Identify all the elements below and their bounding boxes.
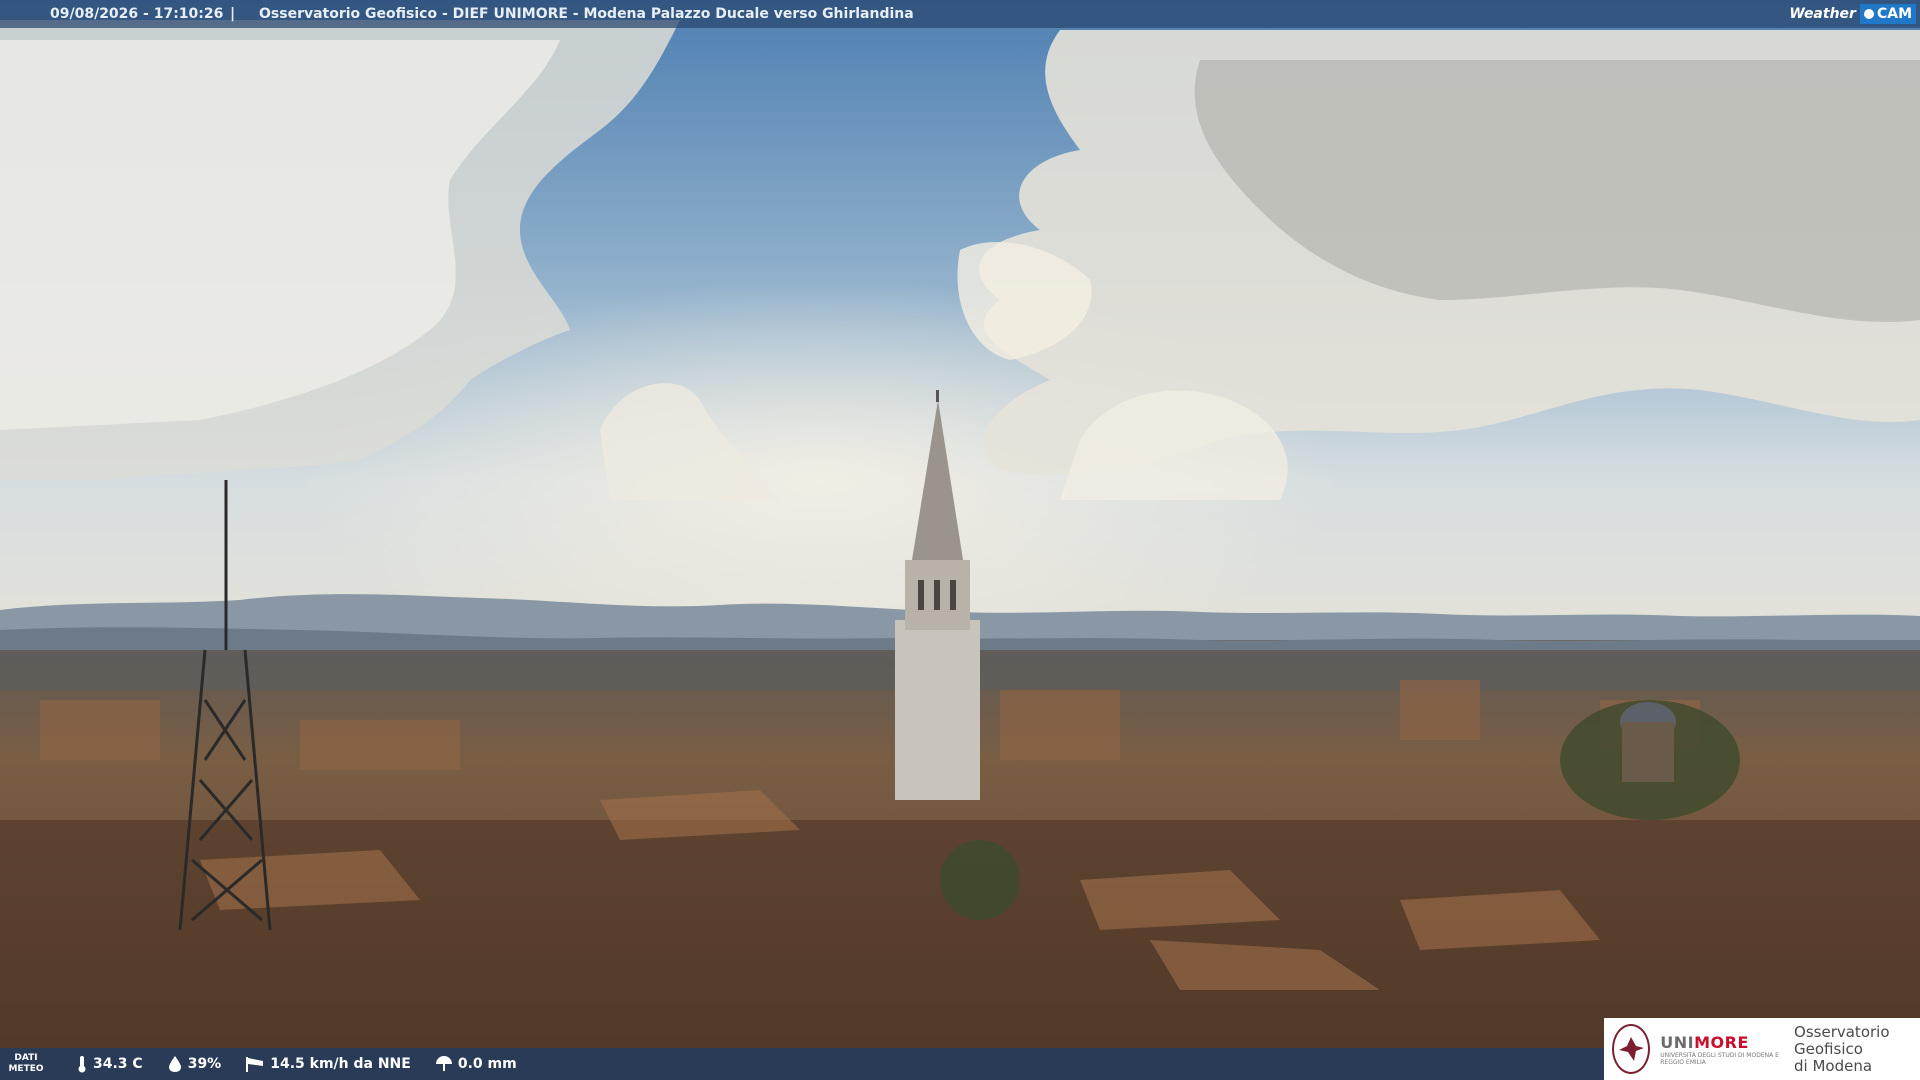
rain-reading: 0.0 mm <box>435 1048 517 1080</box>
rain-value: 0.0 mm <box>457 1056 517 1072</box>
weathercam-cam-text: CAM <box>1876 6 1912 22</box>
top-overlay-bar: 09/08/2026 - 17:10:26 | Osservatorio Geo… <box>0 0 1920 28</box>
unimore-logo-box: UNIMORE UNIVERSITÀ DEGLI STUDI DI MODENA… <box>1604 1018 1920 1080</box>
webcam-image <box>0 0 1920 1080</box>
temperature-value: 34.3 C <box>93 1056 143 1072</box>
unimore-more-text: MORE <box>1694 1032 1749 1052</box>
weathercam-cam-badge: CAM <box>1859 4 1916 24</box>
weathercam-weather-text: Weather <box>1789 6 1856 22</box>
wind-value: 14.5 km/h da NNE <box>270 1056 411 1072</box>
humidity-drop-icon <box>168 1056 181 1072</box>
observatory-line-1: Osservatorio Geofisico <box>1794 1022 1890 1058</box>
thermometer-icon <box>78 1056 86 1073</box>
temperature-reading: 34.3 C <box>76 1048 143 1080</box>
unimore-subtitle: UNIVERSITÀ DEGLI STUDI DI MODENA E REGGI… <box>1660 1051 1779 1066</box>
unimore-wordmark: UNIMORE UNIVERSITÀ DEGLI STUDI DI MODENA… <box>1660 1033 1784 1066</box>
timestamp: 09/08/2026 - 17:10:26 <box>50 6 224 22</box>
unimore-uni-text: UNI <box>1660 1032 1695 1052</box>
weather-data-bar: DATI METEO 34.3 C 39% 14.5 km/h da NNE 0… <box>0 1048 1604 1080</box>
wind-sock-icon <box>246 1057 264 1072</box>
camera-title: Osservatorio Geofisico - DIEF UNIMORE - … <box>259 6 914 22</box>
observatory-line-2: di Modena <box>1794 1056 1873 1075</box>
weathercam-logo: Weather CAM <box>1789 3 1916 25</box>
umbrella-icon <box>435 1056 452 1071</box>
wind-reading: 14.5 km/h da NNE <box>245 1048 411 1080</box>
camera-dot-icon <box>1863 9 1874 19</box>
observatory-name: Osservatorio Geofisico di Modena <box>1794 1022 1920 1075</box>
unimore-seal-icon <box>1612 1024 1651 1074</box>
humidity-value: 39% <box>187 1056 222 1072</box>
humidity-reading: 39% <box>167 1048 222 1080</box>
separator: | <box>230 6 236 22</box>
weather-data-label: DATI METEO <box>8 1053 44 1074</box>
